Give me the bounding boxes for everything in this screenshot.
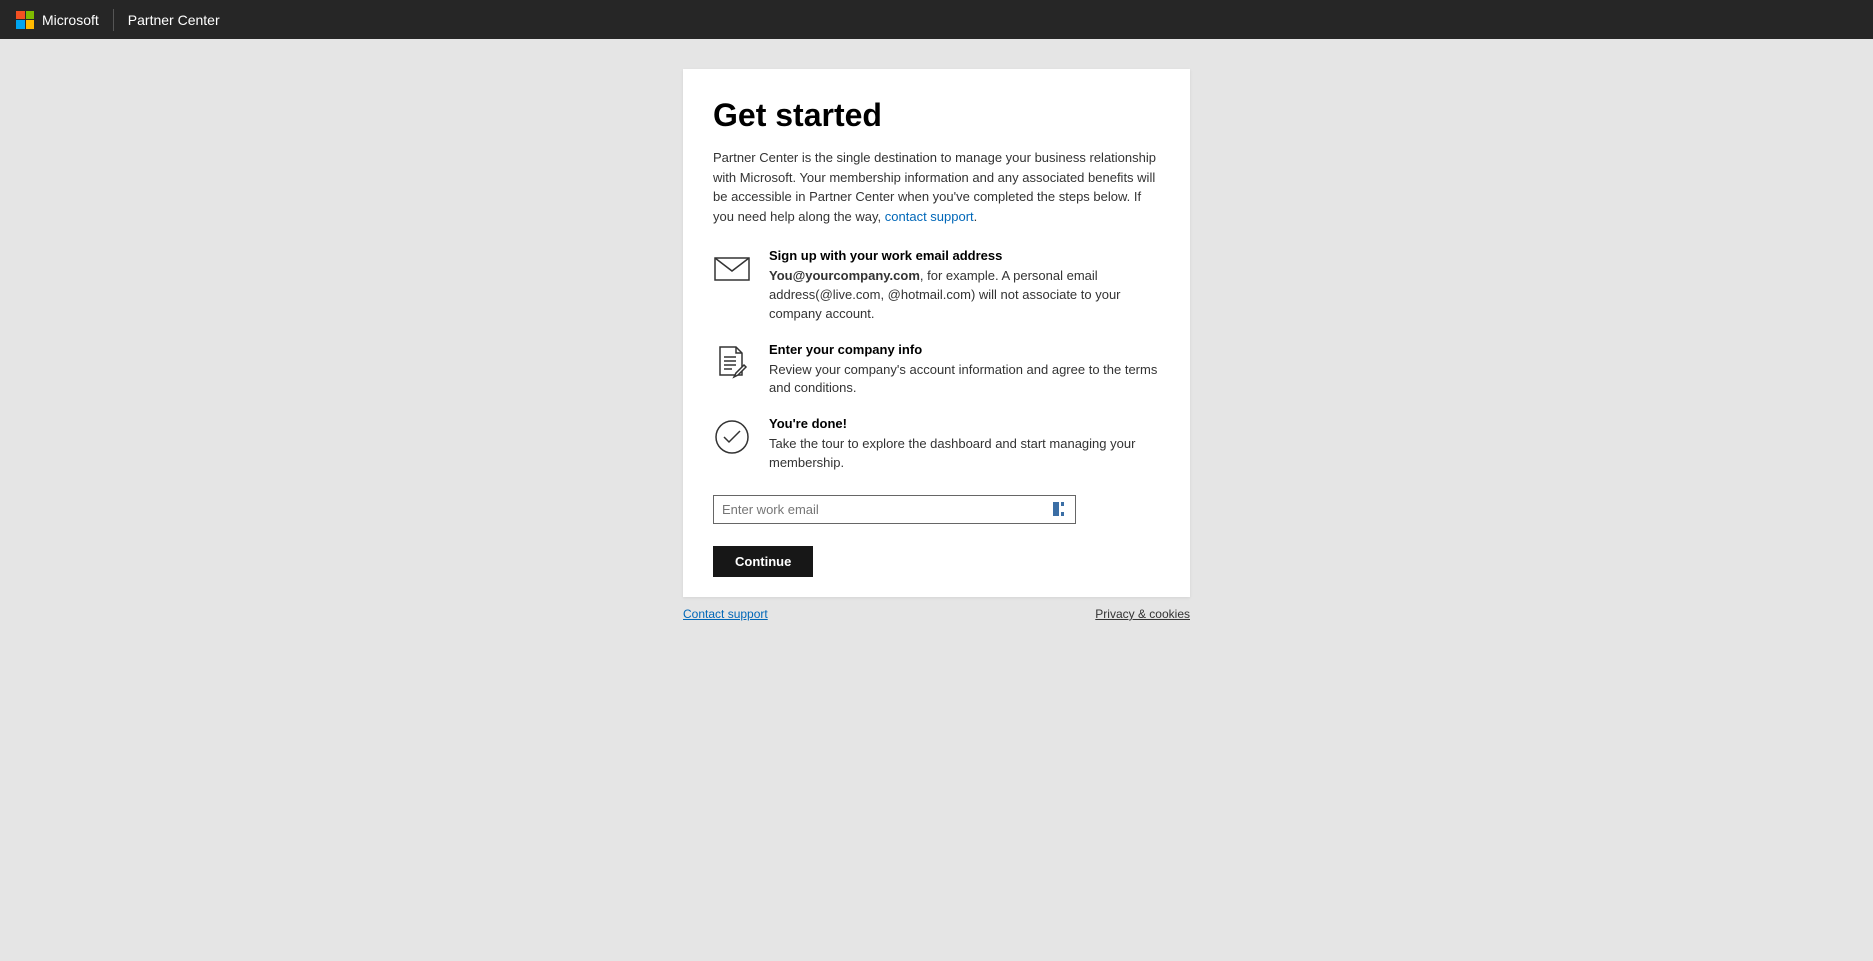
step-done-title: You're done! bbox=[769, 416, 1160, 431]
step-done-content: You're done! Take the tour to explore th… bbox=[769, 416, 1160, 473]
step-signup-desc: You@yourcompany.com, for example. A pers… bbox=[769, 267, 1160, 324]
step-company-desc: Review your company's account informatio… bbox=[769, 361, 1160, 399]
header-product-title: Partner Center bbox=[128, 12, 220, 28]
step-done-desc: Take the tour to explore the dashboard a… bbox=[769, 435, 1160, 473]
document-edit-icon bbox=[713, 344, 751, 382]
step-company-content: Enter your company info Review your comp… bbox=[769, 342, 1160, 399]
microsoft-logo[interactable]: Microsoft bbox=[16, 11, 99, 29]
contact-support-inline-link[interactable]: contact support bbox=[885, 209, 974, 224]
step-signup-title: Sign up with your work email address bbox=[769, 248, 1160, 263]
footer-links: Contact support Privacy & cookies bbox=[683, 607, 1190, 621]
step-signup: Sign up with your work email address You… bbox=[713, 248, 1160, 324]
continue-button[interactable]: Continue bbox=[713, 546, 813, 577]
step-company-title: Enter your company info bbox=[769, 342, 1160, 357]
intro-text: Partner Center is the single destination… bbox=[713, 148, 1160, 226]
get-started-card: Get started Partner Center is the single… bbox=[683, 69, 1190, 597]
work-email-input[interactable] bbox=[713, 495, 1076, 524]
privacy-cookies-link[interactable]: Privacy & cookies bbox=[1095, 607, 1190, 621]
app-header: Microsoft Partner Center bbox=[0, 0, 1873, 39]
mail-icon bbox=[713, 250, 751, 288]
microsoft-brand-text: Microsoft bbox=[42, 12, 99, 28]
header-divider bbox=[113, 9, 114, 31]
checkmark-circle-icon bbox=[713, 418, 751, 456]
input-autofill-icon bbox=[1053, 502, 1067, 516]
intro-text-suffix: . bbox=[974, 209, 978, 224]
microsoft-logo-icon bbox=[16, 11, 34, 29]
step-signup-content: Sign up with your work email address You… bbox=[769, 248, 1160, 324]
step-done: You're done! Take the tour to explore th… bbox=[713, 416, 1160, 473]
page-title: Get started bbox=[713, 97, 1160, 134]
step-signup-email-example: You@yourcompany.com bbox=[769, 268, 920, 283]
main-container: Get started Partner Center is the single… bbox=[683, 69, 1190, 621]
contact-support-footer-link[interactable]: Contact support bbox=[683, 607, 768, 621]
step-company-info: Enter your company info Review your comp… bbox=[713, 342, 1160, 399]
email-input-wrap bbox=[713, 495, 1160, 524]
